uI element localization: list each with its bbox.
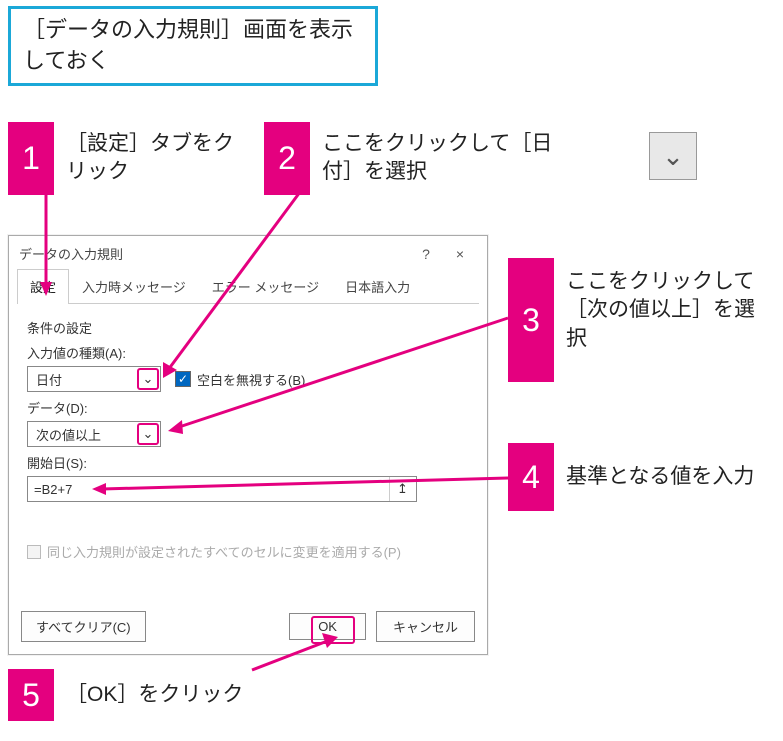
callout-1: 1 ［設定］タブをクリック — [8, 122, 246, 195]
data-value: 次の値以上 — [28, 425, 136, 444]
help-button[interactable]: ? — [409, 246, 443, 262]
callout-number: 2 — [264, 122, 310, 195]
callout-number: 4 — [508, 443, 554, 511]
apply-to-all-row: 同じ入力規則が設定されたすべてのセルに変更を適用する(P) — [27, 542, 469, 561]
dialog-titlebar: データの入力規則 ? × — [9, 236, 487, 269]
dropdown-chevron-sample: ⌄ — [649, 132, 697, 180]
callout-2: 2 ここをクリックして［日付］を選択 — [264, 122, 584, 195]
tab-ime-mode[interactable]: 日本語入力 — [332, 269, 423, 304]
dialog-tabs: 設定 入力時メッセージ エラー メッセージ 日本語入力 — [17, 269, 479, 304]
apply-checkbox[interactable] — [27, 545, 41, 559]
start-date-input[interactable]: =B2+7 ↥ — [27, 476, 417, 502]
ignore-blank-checkbox[interactable]: ✓ 空白を無視する(B) — [175, 366, 305, 392]
callout-text: 基準となる値を入力 — [554, 443, 770, 511]
dialog-button-row: すべてクリア(C) OK キャンセル — [21, 611, 475, 642]
data-select[interactable]: 次の値以上 ⌄ — [27, 421, 161, 447]
ok-button[interactable]: OK — [289, 613, 366, 640]
data-validation-dialog: データの入力規則 ? × 設定 入力時メッセージ エラー メッセージ 日本語入力… — [8, 235, 488, 655]
callout-text: ここをクリックして［次の値以上］を選択 — [554, 258, 770, 382]
chevron-down-icon: ⌄ — [662, 141, 684, 172]
criteria-section-label: 条件の設定 — [27, 318, 469, 337]
allow-label: 入力値の種類(A): — [27, 343, 469, 362]
allow-value: 日付 — [28, 370, 136, 389]
callout-number: 5 — [8, 669, 54, 721]
instruction-text: ［データの入力規則］画面を表示しておく — [23, 17, 353, 73]
apply-label: 同じ入力規則が設定されたすべてのセルに変更を適用する(P) — [47, 542, 401, 561]
tab-settings[interactable]: 設定 — [17, 269, 69, 304]
callout-text: ここをクリックして［日付］を選択 — [310, 122, 584, 195]
callout-number: 3 — [508, 258, 554, 382]
clear-all-button[interactable]: すべてクリア(C) — [21, 611, 146, 642]
checkmark-icon: ✓ — [175, 371, 191, 387]
tab-error-alert[interactable]: エラー メッセージ — [199, 269, 332, 304]
close-button[interactable]: × — [443, 246, 477, 262]
callout-5: 5 ［OK］をクリック — [8, 669, 278, 721]
callout-4: 4 基準となる値を入力 — [508, 443, 770, 511]
callout-3: 3 ここをクリックして［次の値以上］を選択 — [508, 258, 770, 382]
data-label: データ(D): — [27, 398, 469, 417]
dialog-title-text: データの入力規則 — [19, 244, 409, 263]
range-picker-icon[interactable]: ↥ — [389, 477, 415, 501]
chevron-down-icon[interactable]: ⌄ — [137, 368, 159, 390]
callout-number: 1 — [8, 122, 54, 195]
callout-text: ［OK］をクリック — [54, 669, 278, 721]
allow-select[interactable]: 日付 ⌄ — [27, 366, 161, 392]
cancel-button[interactable]: キャンセル — [376, 611, 475, 642]
tab-input-message[interactable]: 入力時メッセージ — [69, 269, 199, 304]
instruction-box: ［データの入力規則］画面を表示しておく — [8, 6, 378, 86]
chevron-down-icon[interactable]: ⌄ — [137, 423, 159, 445]
dialog-body: 条件の設定 入力値の種類(A): 日付 ⌄ ✓ 空白を無視する(B) データ(D… — [9, 304, 487, 579]
ignore-blank-label: 空白を無視する(B) — [197, 370, 305, 389]
start-date-value: =B2+7 — [28, 482, 388, 497]
start-date-label: 開始日(S): — [27, 453, 469, 472]
callout-text: ［設定］タブをクリック — [54, 122, 246, 195]
